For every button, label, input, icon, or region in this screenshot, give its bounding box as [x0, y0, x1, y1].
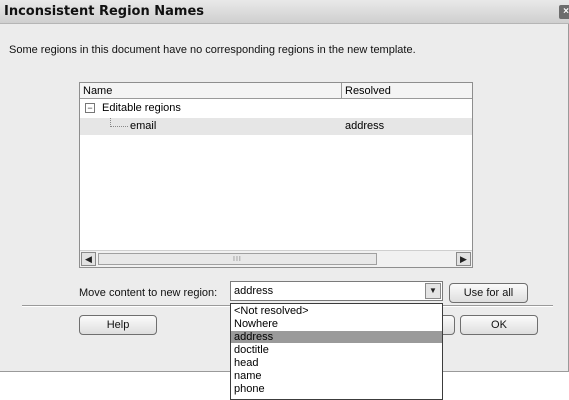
dropdown-option[interactable]: doctitle — [231, 344, 442, 356]
dropdown-option[interactable]: <Not resolved> — [231, 305, 442, 317]
dropdown-option[interactable]: name — [231, 370, 442, 382]
column-separator[interactable] — [341, 83, 342, 99]
row-resolved: address — [345, 120, 385, 132]
dialog-title: Inconsistent Region Names — [4, 4, 204, 19]
scroll-grip: III — [233, 256, 242, 263]
region-tree[interactable]: Name Resolved − Editable regions email a… — [79, 82, 473, 268]
collapse-icon[interactable]: − — [85, 103, 95, 113]
tree-row-editable-regions[interactable]: − Editable regions — [80, 100, 472, 117]
selected-region-value: address — [234, 285, 274, 297]
region-dropdown-list[interactable]: <Not resolved> Nowhere address doctitle … — [230, 303, 443, 400]
use-for-all-button[interactable]: Use for all — [449, 283, 528, 303]
dropdown-option-selected[interactable]: address — [231, 331, 442, 343]
tree-header: Name Resolved — [80, 83, 472, 99]
ok-button[interactable]: OK — [460, 315, 538, 335]
info-message: Some regions in this document have no co… — [9, 44, 416, 56]
help-button[interactable]: Help — [79, 315, 157, 335]
column-header-name[interactable]: Name — [83, 85, 112, 97]
close-icon[interactable]: × — [559, 5, 569, 19]
new-region-select[interactable]: address ▼ — [230, 281, 443, 301]
dropdown-option[interactable]: Nowhere — [231, 318, 442, 330]
horizontal-scrollbar[interactable]: ◀ III ▶ — [80, 250, 472, 267]
title-bar: Inconsistent Region Names × — [0, 0, 569, 24]
scroll-right-icon[interactable]: ▶ — [456, 252, 471, 266]
scroll-thumb[interactable]: III — [98, 253, 377, 265]
row-name: email — [130, 120, 157, 132]
move-content-label: Move content to new region: — [79, 287, 218, 299]
tree-row-email[interactable]: email address — [80, 118, 472, 135]
tree-connector — [110, 118, 128, 127]
dropdown-option[interactable]: head — [231, 357, 442, 369]
dropdown-option[interactable]: phone — [231, 383, 442, 395]
group-label: Editable regions — [102, 102, 181, 114]
column-header-resolved[interactable]: Resolved — [345, 85, 391, 97]
chevron-down-icon[interactable]: ▼ — [425, 283, 441, 299]
scroll-left-icon[interactable]: ◀ — [81, 252, 96, 266]
